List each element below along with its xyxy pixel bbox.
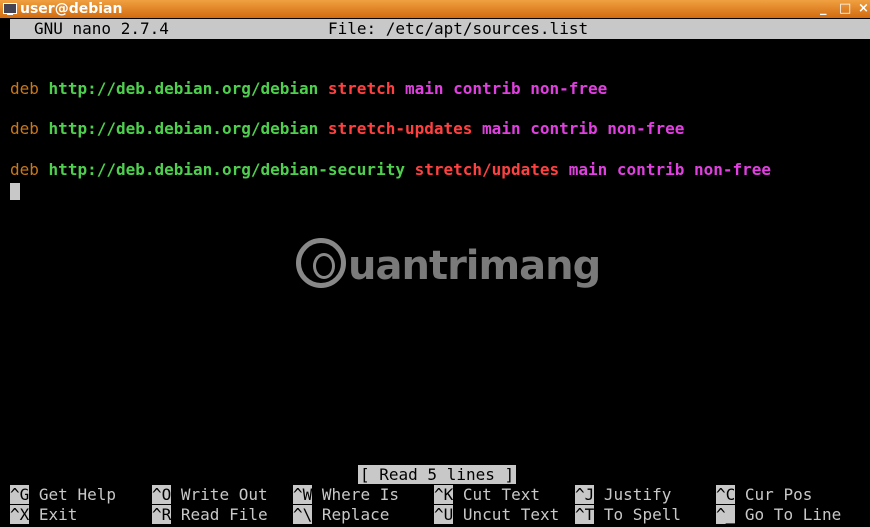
line-url: http://deb.debian.org/debian-security [48, 160, 405, 179]
line-dist: stretch/updates [414, 160, 560, 179]
nano-version: GNU nano 2.7.4 [34, 19, 169, 38]
shortcut-key: ^G [10, 485, 30, 504]
shortcut-key: ^_ [716, 505, 736, 524]
source-line[interactable]: deb http://deb.debian.org/debian stretch… [10, 79, 607, 99]
status-message: [ Read 5 lines ] [358, 465, 517, 484]
shortcut-where-is[interactable]: ^W Where Is [293, 485, 399, 504]
lightbulb-icon [296, 238, 346, 288]
file-name: File: /etc/apt/sources.list [328, 19, 589, 38]
source-line[interactable]: deb http://deb.debian.org/debian stretch… [10, 119, 684, 139]
shortcut-label: Where Is [321, 485, 399, 504]
shortcut-label: Replace [321, 505, 390, 524]
shortcut-label: Justify [603, 485, 672, 504]
line-type: deb [10, 160, 39, 179]
line-type: deb [10, 79, 39, 98]
shortcut-label: Exit [38, 505, 78, 524]
shortcut-label: Cur Pos [744, 485, 813, 504]
terminal-icon [3, 3, 17, 15]
shortcut-cur-pos[interactable]: ^C Cur Pos [716, 485, 812, 504]
shortcut-key: ^U [434, 505, 454, 524]
shortcut-key: ^C [716, 485, 736, 504]
line-dist: stretch-updates [327, 119, 473, 138]
shortcut-key: ^J [575, 485, 595, 504]
shortcut-read-file[interactable]: ^R Read File [152, 505, 268, 524]
shortcut-cut-text[interactable]: ^K Cut Text [434, 485, 540, 504]
shortcut-key: ^R [152, 505, 172, 524]
shortcut-label: Go To Line [744, 505, 842, 524]
line-dist: stretch [327, 79, 396, 98]
window-title: user@debian [20, 1, 123, 17]
window-titlebar[interactable]: user@debian _ □ × [0, 0, 870, 18]
shortcut-write-out[interactable]: ^O Write Out [152, 485, 268, 504]
line-components: main contrib non-free [568, 160, 772, 179]
shortcut-get-help[interactable]: ^G Get Help [10, 485, 116, 504]
shortcut-key: ^K [434, 485, 454, 504]
line-components: main contrib non-free [482, 119, 685, 138]
shortcut-key: ^\ [293, 505, 313, 524]
text-cursor [10, 183, 20, 200]
shortcut-key: ^T [575, 505, 595, 524]
shortcut-key: ^W [293, 485, 313, 504]
shortcut-label: Uncut Text [462, 505, 560, 524]
shortcut-go-to-line[interactable]: ^_ Go To Line [716, 505, 841, 524]
watermark-text: uantrimang [348, 243, 601, 289]
shortcut-label: Read File [180, 505, 268, 524]
line-url: http://deb.debian.org/debian [48, 119, 319, 138]
shortcut-label: Cut Text [462, 485, 540, 504]
nano-header: GNU nano 2.7.4 File: /etc/apt/sources.li… [10, 19, 870, 39]
shortcut-key: ^O [152, 485, 172, 504]
line-url: http://deb.debian.org/debian [48, 79, 319, 98]
shortcut-justify[interactable]: ^J Justify [575, 485, 671, 504]
shortcut-exit[interactable]: ^X Exit [10, 505, 77, 524]
source-line[interactable]: deb http://deb.debian.org/debian-securit… [10, 160, 771, 180]
shortcut-key: ^X [10, 505, 30, 524]
shortcut-replace[interactable]: ^\ Replace [293, 505, 389, 524]
close-button[interactable]: × [858, 0, 869, 18]
line-type: deb [10, 119, 39, 138]
shortcut-label: Write Out [180, 485, 268, 504]
shortcut-uncut-text[interactable]: ^U Uncut Text [434, 505, 559, 524]
shortcut-label: To Spell [603, 505, 681, 524]
shortcut-label: Get Help [38, 485, 116, 504]
shortcut-to-spell[interactable]: ^T To Spell [575, 505, 681, 524]
maximize-button[interactable]: □ [839, 0, 851, 18]
minimize-button[interactable]: _ [820, 0, 827, 18]
line-components: main contrib non-free [404, 79, 608, 98]
